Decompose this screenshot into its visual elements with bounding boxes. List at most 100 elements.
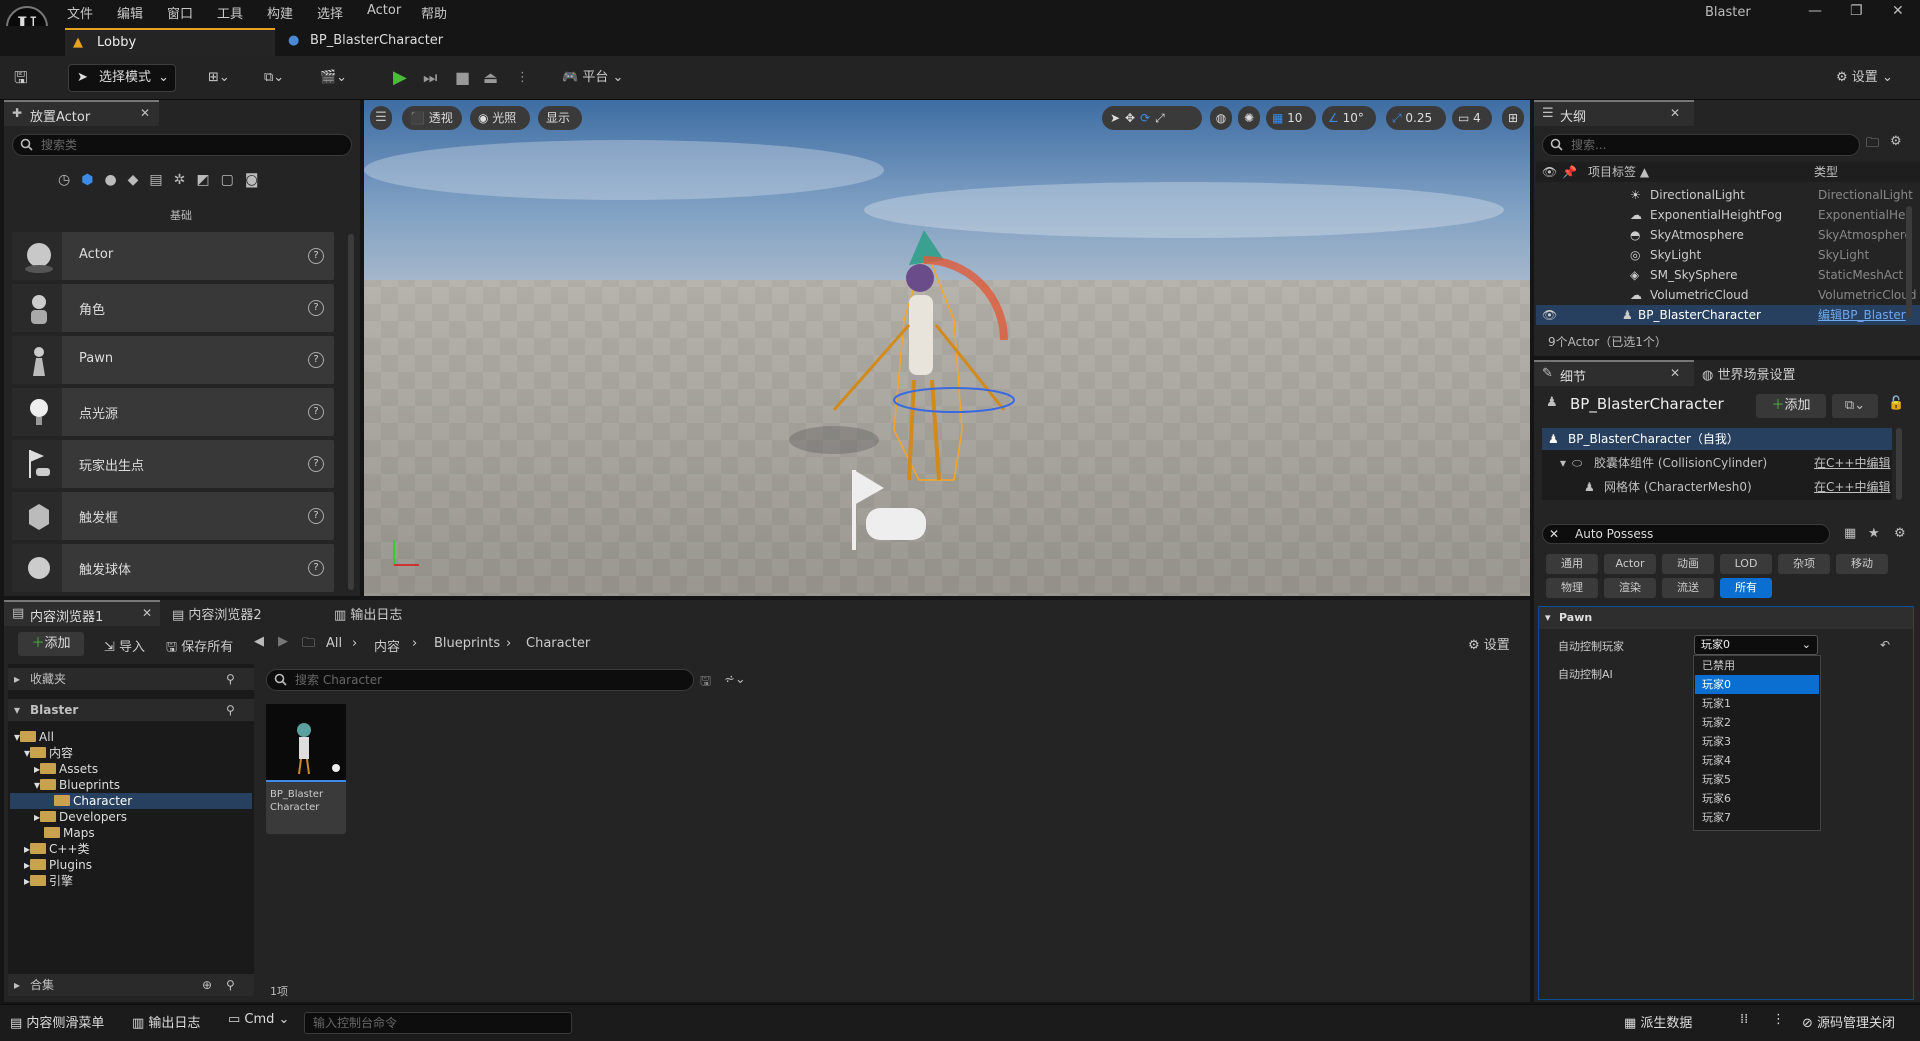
place-item-character[interactable]: 角色? [12, 284, 334, 332]
menu-build[interactable]: 构建 [267, 3, 293, 22]
edit-in-cpp-link[interactable]: 在C++中编辑 [1814, 452, 1891, 474]
platform-button[interactable]: 🎮 平台 ⌄ [562, 64, 623, 92]
component-row-self[interactable]: ♟ BP_BlasterCharacter（自我） [1542, 428, 1892, 450]
tab-lobby[interactable]: ▲ Lobby [65, 28, 275, 56]
help-icon[interactable]: ? [308, 456, 324, 472]
edit-blueprint-link[interactable]: 编辑BP_Blaster [1818, 305, 1918, 325]
outliner-row[interactable]: ☀ DirectionalLight DirectionalLight [1536, 185, 1920, 205]
outliner-row-selected[interactable]: 👁 ♟ BP_BlasterCharacter 编辑BP_Blaster [1536, 305, 1920, 325]
column-type[interactable]: 类型 [1814, 162, 1838, 182]
details-tab[interactable]: ✎ 细节 ✕ [1534, 360, 1694, 386]
hamburger-menu-icon[interactable]: ☰ [370, 106, 392, 130]
option-player5[interactable]: 玩家5 [1695, 770, 1819, 789]
pawn-section-header[interactable]: ▾ Pawn [1539, 607, 1913, 629]
derived-data-button[interactable]: ▦ 派生数据 [1624, 1012, 1692, 1031]
place-actors-category-icons[interactable]: ◷⬢●◆▤✲◩▢◙ [58, 172, 308, 194]
star-icon[interactable]: ★ [1868, 526, 1880, 541]
menu-help[interactable]: 帮助 [421, 3, 447, 22]
edit-in-cpp-link[interactable]: 在C++中编辑 [1814, 476, 1891, 498]
tree-blueprints[interactable]: ▾ Blueprints [34, 777, 120, 793]
settings-button[interactable]: ⚙ 设置 ⌄ [1836, 64, 1893, 92]
tree-engine[interactable]: ▸ 引擎 [24, 873, 73, 889]
gear-icon[interactable]: ⚙ [1890, 134, 1902, 149]
place-item-trigger-box[interactable]: 触发框? [12, 492, 334, 540]
lit-button[interactable]: ◉ 光照 [470, 106, 530, 130]
search-icon[interactable]: ⚲ [226, 668, 235, 690]
filter-lod[interactable]: LOD [1720, 554, 1772, 574]
outliner-row[interactable]: ◈ SM_SkySphere StaticMeshAct [1536, 265, 1920, 285]
eye-icon[interactable]: 👁 [1542, 162, 1557, 182]
add-folder-icon[interactable]: 🗀 [1866, 134, 1879, 156]
blueprint-options-button[interactable]: ⧉⌄ [1832, 394, 1878, 418]
filter-rendering[interactable]: 渲染 [1604, 578, 1656, 598]
component-row-mesh[interactable]: ♟ 网格体 (CharacterMesh0) 在C++中编辑 [1542, 476, 1892, 498]
save-all-button[interactable]: 🖫 保存所有 [166, 636, 233, 660]
outliner-search[interactable]: 搜索... [1542, 134, 1860, 156]
notifications-icon[interactable]: ⁞⁞ [1740, 1012, 1748, 1027]
import-button[interactable]: ⇲ 导入 [104, 636, 145, 655]
blueprint-icon[interactable]: ⧉⌄ [264, 64, 284, 92]
tree-assets[interactable]: ▸ Assets [34, 761, 98, 777]
tree-character[interactable]: Character [54, 793, 132, 809]
output-log-button[interactable]: ▥ 输出日志 [132, 1012, 200, 1031]
content-browser1-tab[interactable]: ▤ 内容浏览器1 ✕ [4, 600, 160, 626]
outliner-scrollbar[interactable] [1906, 206, 1912, 318]
asset-search-input[interactable]: 搜索 Character [266, 669, 694, 691]
breadcrumb-content[interactable]: 内容 [374, 636, 400, 655]
filter-misc[interactable]: 杂项 [1778, 554, 1830, 574]
tree-content[interactable]: ▾ 内容 [24, 745, 73, 761]
filter-icon[interactable]: ⩫⌄ [724, 672, 746, 687]
add-circle-icon[interactable]: ⊕ [202, 974, 212, 996]
camera-speed-button[interactable]: ▭ 4 [1452, 106, 1492, 130]
close-icon[interactable]: ✕ [1892, 3, 1904, 19]
gear-icon[interactable]: ⚙ [1894, 526, 1906, 541]
option-player3[interactable]: 玩家3 [1695, 732, 1819, 751]
mode-dropdown[interactable]: ➤ 选择模式 ⌄ [68, 64, 176, 92]
component-row-capsule[interactable]: ▾ ⬭ 胶囊体组件 (CollisionCylinder) 在C++中编辑 [1542, 452, 1892, 474]
components-scrollbar[interactable] [1896, 428, 1902, 500]
filter-general[interactable]: 通用 [1546, 554, 1598, 574]
option-player1[interactable]: 玩家1 [1695, 694, 1819, 713]
search-icon[interactable]: ⚲ [226, 974, 235, 996]
favorites-header[interactable]: ▸ 收藏夹 ⚲ [8, 668, 254, 690]
restore-icon[interactable]: ❐ [1850, 3, 1863, 19]
outliner-row[interactable]: ☁ ExponentialHeightFog ExponentialHe [1536, 205, 1920, 225]
back-icon[interactable]: ◀ [254, 634, 264, 649]
outliner-row[interactable]: ◎ SkyLight SkyLight [1536, 245, 1920, 265]
revision-control-button[interactable]: ⊘ 源码管理关闭 [1802, 1012, 1895, 1031]
perspective-button[interactable]: ⬛ 透视 [402, 106, 462, 130]
add-actor-icon[interactable]: ⊞⌄ [208, 64, 230, 92]
filter-animation[interactable]: 动画 [1662, 554, 1714, 574]
surface-snap-icon[interactable]: ✺ [1238, 106, 1260, 130]
place-item-trigger-sphere[interactable]: 触发球体? [12, 544, 334, 592]
tab-bp-blaster[interactable]: ● BP_BlasterCharacter [280, 28, 480, 56]
menu-file[interactable]: 文件 [67, 3, 93, 22]
lock-icon[interactable]: 🔓 [1888, 396, 1904, 411]
outliner-row[interactable]: ☁ VolumetricCloud VolumetricCloud [1536, 285, 1920, 305]
save-icon[interactable]: 🖫 [14, 64, 28, 92]
content-drawer-button[interactable]: ▤ 内容侧滑菜单 [10, 1012, 104, 1031]
option-player7[interactable]: 玩家7 [1695, 808, 1819, 827]
tree-developers[interactable]: ▸ Developers [34, 809, 127, 825]
place-actors-tab[interactable]: ✚ 放置Actor ✕ [4, 100, 159, 126]
table-view-icon[interactable]: ▦ [1844, 526, 1856, 541]
outliner-tab[interactable]: ☰ 大纲 ✕ [1534, 100, 1694, 126]
content-browser2-tab[interactable]: ▤ 内容浏览器2 [172, 604, 262, 623]
level-viewport[interactable] [364, 100, 1530, 596]
forward-icon[interactable]: ▶ [278, 634, 288, 649]
filter-streaming[interactable]: 流送 [1662, 578, 1714, 598]
breadcrumb-character[interactable]: Character [526, 636, 590, 651]
option-player2[interactable]: 玩家2 [1695, 713, 1819, 732]
help-icon[interactable]: ? [308, 248, 324, 264]
details-filter-input[interactable]: ✕ Auto Possess [1542, 524, 1830, 544]
show-button[interactable]: 显示 [538, 106, 582, 130]
option-disabled[interactable]: 已禁用 [1695, 656, 1819, 675]
place-item-player-start[interactable]: 玩家出生点? [12, 440, 334, 488]
place-actors-scrollbar[interactable] [348, 234, 354, 590]
play-icon[interactable]: ▶ [393, 64, 407, 92]
filter-all[interactable]: 所有 [1720, 578, 1772, 598]
layout-icon[interactable]: ⊞ [1502, 106, 1524, 130]
filter-physics[interactable]: 物理 [1546, 578, 1598, 598]
more-icon[interactable]: ⋮ [1772, 1012, 1785, 1027]
world-settings-tab[interactable]: ◍ 世界场景设置 [1702, 364, 1796, 383]
